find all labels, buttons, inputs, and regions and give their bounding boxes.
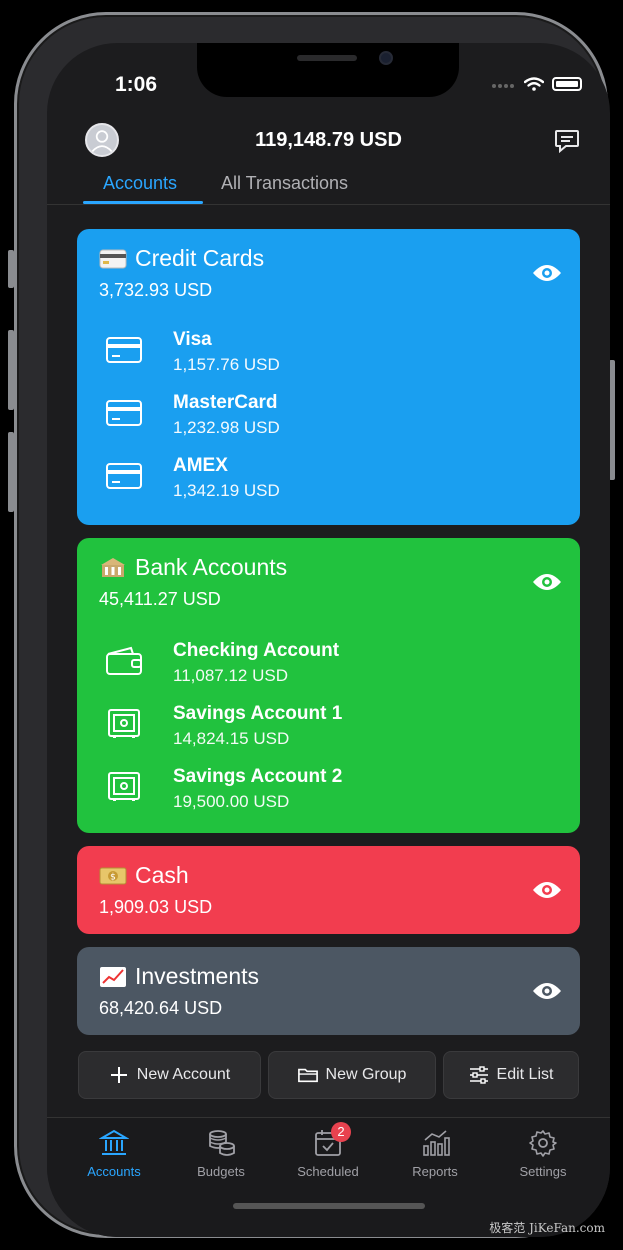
group-card-cash[interactable]: $ Cash 1,909.03 USD — [77, 846, 580, 934]
folder-icon — [297, 1068, 318, 1083]
camera — [379, 51, 393, 65]
card-icon — [106, 337, 142, 363]
safe-icon — [108, 709, 140, 738]
safe-icon — [108, 772, 140, 801]
home-indicator[interactable] — [233, 1203, 425, 1209]
tabbar-label: Budgets — [197, 1164, 245, 1179]
account-name: Savings Account 2 — [173, 766, 343, 787]
eye-icon[interactable] — [532, 880, 562, 900]
group-total: 68,420.64 USD — [99, 998, 223, 1018]
group-title-label: Credit Cards — [135, 245, 265, 271]
coins-icon — [209, 1130, 235, 1156]
account-row-savings-1[interactable]: Savings Account 1 14,824.15 USD — [105, 703, 342, 749]
screen: 1:06 119,148.79 USD Accounts All Transac… — [47, 43, 610, 1237]
group-total: 1,909.03 USD — [99, 897, 213, 917]
tabbar-item-scheduled[interactable]: 2 Scheduled — [283, 1122, 373, 1179]
new-account-button[interactable]: New Account — [78, 1051, 261, 1099]
scheduled-badge: 2 — [331, 1122, 351, 1142]
group-title-label: Bank Accounts — [135, 554, 288, 580]
tabbar-label: Accounts — [87, 1164, 141, 1179]
group-title-label: Cash — [135, 862, 189, 888]
eye-icon[interactable] — [532, 981, 562, 1001]
eye-icon[interactable] — [532, 263, 562, 283]
tabbar-item-accounts[interactable]: Accounts — [69, 1128, 159, 1179]
tab-accounts[interactable]: Accounts — [103, 173, 177, 194]
group-title-label: Investments — [135, 963, 259, 989]
tab-all-transactions[interactable]: All Transactions — [221, 173, 348, 194]
account-balance: 1,342.19 USD — [173, 481, 280, 500]
new-group-label: New Group — [325, 1066, 407, 1083]
tabbar-item-budgets[interactable]: Budgets — [176, 1128, 266, 1179]
group-total: 45,411.27 USD — [99, 589, 221, 609]
money-emoji-icon: $ — [99, 867, 127, 884]
battery-icon — [552, 77, 582, 91]
edit-list-button[interactable]: Edit List — [443, 1051, 579, 1099]
group-title: Credit Cards — [99, 245, 264, 272]
tabbar-item-settings[interactable]: Settings — [498, 1128, 588, 1179]
bank-emoji-icon — [101, 557, 125, 577]
account-name: AMEX — [173, 455, 228, 476]
account-balance: 1,157.76 USD — [173, 355, 280, 374]
tabbar-label: Reports — [412, 1164, 458, 1179]
account-row-savings-2[interactable]: Savings Account 2 19,500.00 USD — [105, 766, 342, 812]
watermark-text: 极客范 JiKeFan.com — [489, 1221, 605, 1235]
account-row-checking[interactable]: Checking Account 11,087.12 USD — [105, 640, 339, 686]
status-time: 1:06 — [115, 73, 158, 96]
account-balance: 14,824.15 USD — [173, 729, 290, 748]
tabbar-label: Scheduled — [297, 1164, 359, 1179]
eye-icon[interactable] — [532, 572, 562, 592]
account-balance: 19,500.00 USD — [173, 792, 290, 811]
phone-frame: 1:06 119,148.79 USD Accounts All Transac… — [14, 12, 610, 1238]
gear-icon — [529, 1130, 557, 1157]
plus-icon — [110, 1067, 127, 1083]
active-tab-indicator — [83, 201, 203, 204]
new-group-button[interactable]: New Group — [268, 1051, 436, 1099]
net-worth-total: 119,148.79 USD — [255, 129, 402, 151]
account-row-amex[interactable]: AMEX 1,342.19 USD — [105, 455, 280, 501]
chart-icon — [423, 1130, 450, 1156]
group-card-credit-cards[interactable]: Credit Cards 3,732.93 USD Visa 1,157.76 U… — [77, 229, 580, 525]
edit-list-label: Edit List — [496, 1066, 554, 1083]
segment-tabs: Accounts All Transactions — [47, 169, 610, 205]
account-row-mastercard[interactable]: MasterCard 1,232.98 USD — [105, 392, 280, 438]
chat-icon[interactable] — [554, 129, 580, 153]
group-total: 3,732.93 USD — [99, 280, 213, 300]
status-icons — [492, 75, 582, 93]
wallet-icon — [106, 646, 142, 675]
svg-text:$: $ — [110, 872, 116, 882]
group-title: $ Cash — [99, 862, 212, 889]
card-icon — [106, 400, 142, 426]
notch — [197, 43, 459, 97]
group-title: Investments — [99, 963, 259, 990]
speaker — [297, 55, 357, 61]
group-card-investments[interactable]: Investments 68,420.64 USD — [77, 947, 580, 1035]
new-account-label: New Account — [136, 1066, 231, 1083]
account-name: Visa — [173, 329, 212, 350]
account-balance: 11,087.12 USD — [173, 666, 288, 685]
tabbar-item-reports[interactable]: Reports — [390, 1128, 480, 1179]
account-name: MasterCard — [173, 392, 278, 413]
group-title: Bank Accounts — [99, 554, 287, 581]
chart-increasing-emoji-icon — [100, 966, 126, 987]
signal-dots-icon — [492, 75, 516, 93]
bank-icon — [99, 1129, 129, 1155]
account-name: Savings Account 1 — [173, 703, 343, 724]
tabbar-label: Settings — [519, 1164, 567, 1179]
account-name: Checking Account — [173, 640, 340, 661]
card-icon — [106, 463, 142, 489]
group-card-bank-accounts[interactable]: Bank Accounts 45,411.27 USD Checking Acc… — [77, 538, 580, 833]
credit-card-emoji-icon — [99, 249, 127, 268]
account-row-visa[interactable]: Visa 1,157.76 USD — [105, 329, 280, 375]
sliders-icon — [469, 1066, 488, 1084]
wifi-icon — [524, 77, 544, 91]
account-balance: 1,232.98 USD — [173, 418, 280, 437]
